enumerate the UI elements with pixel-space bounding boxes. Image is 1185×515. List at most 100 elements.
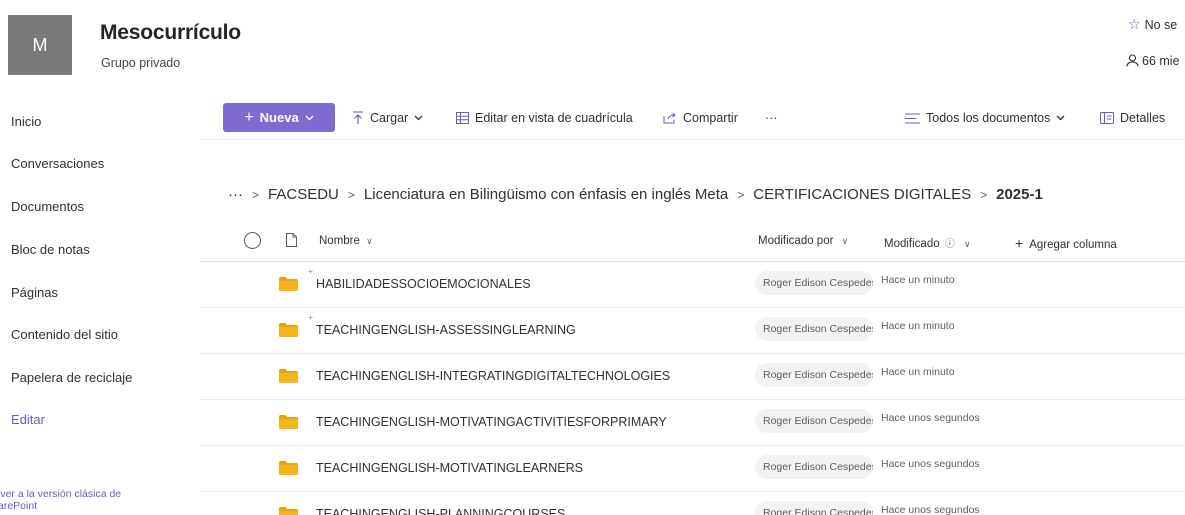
folder-icon <box>279 323 298 337</box>
site-avatar[interactable]: M <box>8 15 72 75</box>
members-button[interactable]: 66 mie <box>1126 54 1180 68</box>
view-selector[interactable]: Todos los documentos <box>905 111 1065 125</box>
table-row[interactable]: ⁺ HABILIDADESSOCIOEMOCIONALES Roger Edison… <box>200 262 1185 308</box>
column-header-modified-by[interactable]: Modificado por ∨ <box>758 235 848 247</box>
modified-time: Hace unos segundos <box>881 504 980 515</box>
star-icon: ☆ <box>1128 16 1141 32</box>
details-pane-icon <box>1100 112 1114 124</box>
table-row[interactable]: TEACHINGENGLISH-INTEGRATINGDIGITALTECHNO… <box>200 354 1185 400</box>
file-name-link[interactable]: TEACHINGENGLISH-PLANNINGCOURSES <box>316 507 565 515</box>
follow-button[interactable]: ☆ No se <box>1128 16 1177 33</box>
new-item-icon: ⁺ <box>308 269 314 280</box>
folder-icon <box>279 461 298 475</box>
share-label: Compartir <box>683 111 738 125</box>
info-icon: ⓘ <box>944 239 955 250</box>
modified-by-user[interactable]: Roger Edison Cespedes <box>755 501 873 515</box>
add-column-button[interactable]: + Agregar columna <box>1015 235 1117 251</box>
command-bar: + Nueva Cargar Editar en vista de cuadrí… <box>200 96 1185 140</box>
modified-by-user[interactable]: Roger Edison Cespedes <box>755 317 873 341</box>
file-type-icon <box>286 233 297 247</box>
upload-button[interactable]: Cargar <box>352 111 423 125</box>
nav-item-bloc-de-notas[interactable]: Bloc de notas <box>11 242 90 257</box>
classic-experience-link[interactable]: lver a la versión clásica de arePoint <box>0 488 188 512</box>
site-privacy-label: Grupo privado <box>101 56 181 70</box>
file-name-link[interactable]: TEACHINGENGLISH-INTEGRATINGDIGITALTECHNO… <box>316 369 670 383</box>
column-name-label: Nombre <box>319 235 360 247</box>
new-button-label: Nueva <box>259 110 299 125</box>
modified-time: Hace unos segundos <box>881 412 980 424</box>
new-item-icon: ⁺ <box>308 315 314 326</box>
more-commands-button[interactable]: ··· <box>765 111 778 125</box>
table-row[interactable]: TEACHINGENGLISH-MOTIVATINGLEARNERS Roger … <box>200 446 1185 492</box>
chevron-down-icon <box>305 115 314 120</box>
table-row[interactable]: TEACHINGENGLISH-PLANNINGCOURSES Roger Edi… <box>200 492 1185 515</box>
folder-icon <box>279 507 298 515</box>
details-button[interactable]: Detalles <box>1100 111 1165 125</box>
modified-by-user[interactable]: Roger Edison Cespedes <box>755 455 873 479</box>
new-button[interactable]: + Nueva <box>223 103 335 132</box>
add-column-label: Agregar columna <box>1029 239 1117 251</box>
plus-icon: + <box>244 108 254 126</box>
chevron-right-icon: > <box>252 187 260 202</box>
breadcrumb-item-facsedu[interactable]: FACSEDU <box>268 186 339 203</box>
nav-item-paginas[interactable]: Páginas <box>11 285 58 300</box>
view-list-icon <box>905 112 920 124</box>
column-modified-by-label: Modificado por <box>758 235 834 247</box>
chevron-down-icon <box>1056 115 1065 121</box>
person-icon <box>1126 54 1139 67</box>
file-name-link[interactable]: TEACHINGENGLISH-ASSESSINGLEARNING <box>316 323 576 337</box>
modified-by-user[interactable]: Roger Edison Cespedes <box>755 363 873 387</box>
nav-item-inicio[interactable]: Inicio <box>11 114 41 129</box>
folder-icon <box>279 369 298 383</box>
classic-link-line-2: arePoint <box>0 500 38 512</box>
modified-time: Hace un minuto <box>881 274 955 286</box>
chevron-down-icon: ∨ <box>964 239 971 249</box>
grid-icon <box>456 112 469 124</box>
site-header: M Mesocurrículo Grupo privado ☆ No se 66 … <box>0 0 1185 96</box>
chevron-right-icon: > <box>980 187 988 202</box>
details-label: Detalles <box>1120 111 1166 125</box>
nav-item-documentos[interactable]: Documentos <box>11 199 84 214</box>
select-all-checkbox[interactable] <box>244 232 261 249</box>
breadcrumb-overflow[interactable]: ··· <box>228 186 243 203</box>
modified-time: Hace un minuto <box>881 320 955 332</box>
column-header-name[interactable]: Nombre ∨ <box>319 235 373 247</box>
modified-time: Hace unos segundos <box>881 458 980 470</box>
breadcrumb-current: 2025-1 <box>996 186 1043 203</box>
modified-time: Hace un minuto <box>881 366 955 378</box>
more-icon: ··· <box>765 111 778 125</box>
nav-edit-link[interactable]: Editar <box>11 412 45 427</box>
table-header: Nombre ∨ Modificado por ∨ Modificado ⓘ ∨… <box>200 220 1185 262</box>
column-header-modified[interactable]: Modificado ⓘ ∨ <box>884 235 971 250</box>
classic-link-line-1: lver a la versión clásica de <box>0 488 122 500</box>
upload-icon <box>353 111 363 124</box>
nav-item-conversaciones[interactable]: Conversaciones <box>11 156 104 171</box>
share-button[interactable]: Compartir <box>663 111 738 125</box>
site-title[interactable]: Mesocurrículo <box>100 21 241 45</box>
file-name-link[interactable]: HABILIDADESSOCIOEMOCIONALES <box>316 277 531 291</box>
chevron-right-icon: > <box>347 187 355 202</box>
share-icon <box>663 112 676 124</box>
plus-icon: + <box>1015 235 1024 251</box>
chevron-down-icon: ∨ <box>366 236 373 246</box>
nav-item-papelera[interactable]: Papelera de reciclaje <box>11 370 132 385</box>
file-name-link[interactable]: TEACHINGENGLISH-MOTIVATINGACTIVITIESFORP… <box>316 415 667 429</box>
modified-by-user[interactable]: Roger Edison Cespedes <box>755 409 873 433</box>
table-row[interactable]: TEACHINGENGLISH-MOTIVATINGACTIVITIESFORP… <box>200 400 1185 446</box>
modified-by-user[interactable]: Roger Edison Cespedes <box>755 271 873 295</box>
folder-icon <box>279 415 298 429</box>
table-row[interactable]: ⁺ TEACHINGENGLISH-ASSESSINGLEARNING Roger … <box>200 308 1185 354</box>
grid-edit-button[interactable]: Editar en vista de cuadrícula <box>456 111 633 125</box>
chevron-right-icon: > <box>737 187 745 202</box>
file-name-link[interactable]: TEACHINGENGLISH-MOTIVATINGLEARNERS <box>316 461 583 475</box>
folder-icon <box>279 277 298 291</box>
left-navigation: Inicio Conversaciones Documentos Bloc de… <box>0 96 200 515</box>
view-label: Todos los documentos <box>926 111 1051 125</box>
chevron-down-icon: ∨ <box>841 236 849 246</box>
breadcrumb-item-certificaciones[interactable]: CERTIFICACIONES DIGITALES <box>753 186 971 203</box>
breadcrumb-item-licenciatura[interactable]: Licenciatura en Bilingüismo con énfasis … <box>364 186 728 203</box>
column-modified-label: Modificado <box>884 238 940 250</box>
nav-item-contenido-del-sitio[interactable]: Contenido del sitio <box>11 327 118 342</box>
follow-label: No se <box>1144 18 1178 32</box>
upload-label: Cargar <box>370 111 409 125</box>
